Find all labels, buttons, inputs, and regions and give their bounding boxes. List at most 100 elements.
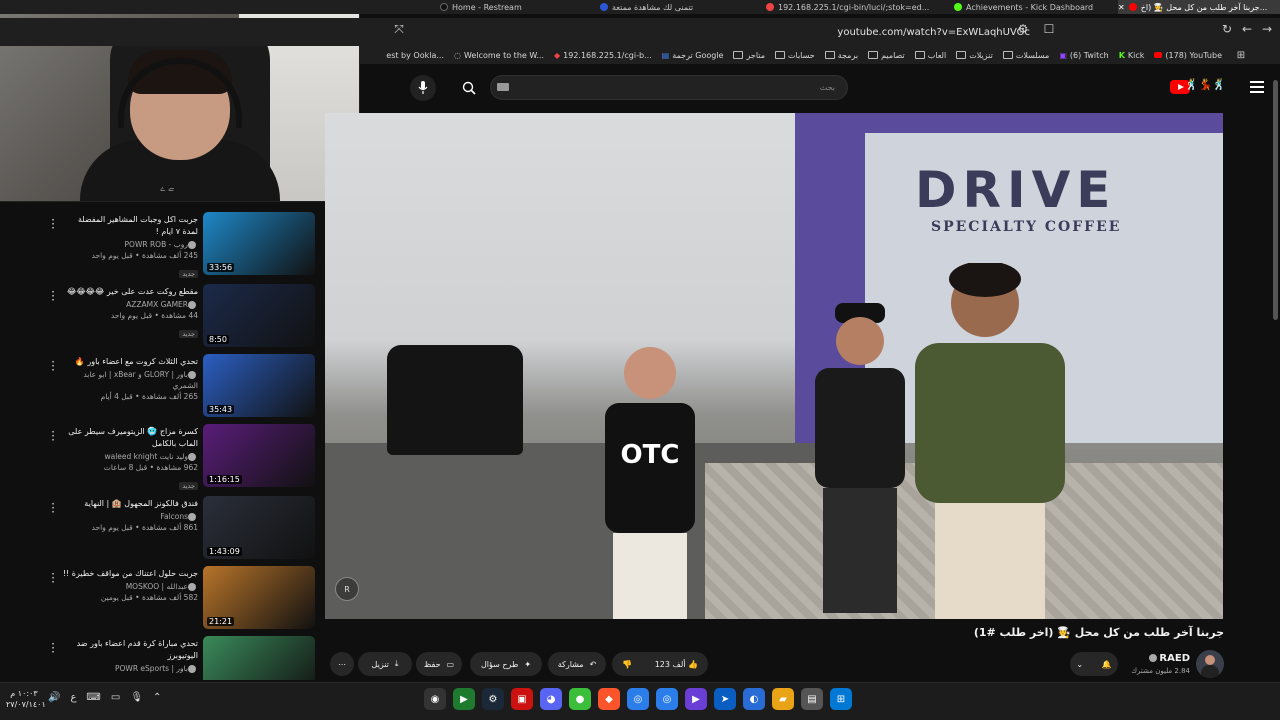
game-launcher-icon[interactable]: ▶ [453, 688, 475, 710]
search-input[interactable]: بحث [490, 75, 848, 100]
xbox-icon[interactable]: ● [569, 688, 591, 710]
youtube-doodle-icon[interactable]: 🕺💃🕺 [1185, 78, 1226, 91]
hamburger-menu-icon[interactable] [1250, 81, 1264, 93]
network-icon[interactable]: ⌨ [86, 692, 100, 703]
recommended-video-item[interactable]: · · · مقطع روكت عدت على خير 😂😂😂😂 AZZAMX GAME… [0, 280, 325, 348]
bookmark-folder-designs[interactable]: تصاميم [868, 51, 905, 60]
video-item-title[interactable]: كسرة مزاج 🥶 الزيتوميرف سيطر على الماب با… [62, 426, 198, 450]
channel-watermark[interactable]: R [335, 577, 359, 601]
task-view-icon[interactable]: ▤ [801, 688, 823, 710]
volume-icon[interactable]: 🔊 [48, 692, 60, 703]
mic-icon[interactable]: 🎙 [130, 692, 143, 703]
language-indicator[interactable]: ع [70, 692, 76, 703]
bookmark-folder-downloads[interactable]: تنزيلات [956, 51, 993, 60]
video-item-thumbnail[interactable]: 8:50 [203, 284, 315, 347]
discord-icon[interactable]: ◕ [540, 688, 562, 710]
recommended-video-item[interactable]: · · · تحدي الثلاث كروت مع اعضاء باور 🔥 باور … [0, 350, 325, 418]
site-settings-icon[interactable]: ⚙ [1014, 22, 1032, 36]
bookmark-folder-games[interactable]: العاب [914, 51, 946, 60]
video-item-title[interactable]: مقطع روكت عدت على خير 😂😂😂😂 [62, 286, 198, 298]
bookmark-folder-programming[interactable]: برمجة [824, 51, 858, 60]
windows-start-icon[interactable]: ⊞ [830, 688, 852, 710]
video-item-title[interactable]: فندق فالكونز المجهول 🏨 | النهاية [62, 498, 198, 510]
tab-restream[interactable]: Home - Restream [440, 0, 590, 14]
video-item-channel[interactable]: باور | GLORY و xBear | ابو عابد الشمري [62, 369, 198, 391]
recommended-video-item[interactable]: · · · فندق فالكونز المجهول 🏨 | النهاية Falco… [0, 492, 325, 560]
video-item-channel[interactable]: باور | POWR eSports [62, 663, 198, 674]
voice-search-button[interactable] [410, 75, 436, 101]
back-icon[interactable]: ← [1238, 22, 1256, 36]
tab-router[interactable]: 192.168.225.1/cgi-bin/luci/;stok=ed... [766, 0, 934, 14]
video-item-channel[interactable]: روب - POWR ROB [62, 239, 198, 250]
reload-icon[interactable]: ↻ [1218, 22, 1236, 36]
video-player[interactable]: DRIVE SPECIALTY COFFEE OTC R [325, 113, 1223, 619]
video-item-channel[interactable]: عبدالله | MOSKOO [62, 581, 198, 592]
chrome-icon[interactable]: ◎ [627, 688, 649, 710]
bookmark-youtube[interactable]: (178) YouTube [1154, 51, 1222, 60]
obs-icon[interactable]: ◉ [424, 688, 446, 710]
bookmark-folder-series[interactable]: مسلسلات [1002, 51, 1049, 60]
video-item-title[interactable]: جربت حلول اعتناك من مواقف خطيرة !! [62, 568, 198, 580]
chrome-profile-icon[interactable]: ◎ [656, 688, 678, 710]
more-vertical-icon[interactable]: · · · [50, 286, 56, 306]
close-icon[interactable]: ✕ [1118, 3, 1125, 12]
steam-icon[interactable]: ⚙ [482, 688, 504, 710]
video-item-channel[interactable]: Falcons [62, 511, 198, 522]
more-vertical-icon[interactable]: · · · [50, 638, 56, 658]
more-actions-button[interactable]: ⋯ [330, 652, 354, 676]
recommended-video-item[interactable]: · · · كسرة مزاج 🥶 الزيتوميرف سيطر على الماب… [0, 420, 325, 490]
video-item-title[interactable]: تحدي مباراة كرة قدم اعضاء باور ضد اليوتي… [62, 638, 198, 662]
video-item-thumbnail[interactable] [203, 636, 315, 680]
ask-button[interactable]: طرح سؤال ✦ [470, 652, 542, 676]
file-explorer-icon[interactable]: ▰ [772, 688, 794, 710]
media-player-icon[interactable]: ▶ [685, 688, 707, 710]
bookmark-folder-stores[interactable]: متاجر [733, 51, 765, 60]
recommended-video-item[interactable]: · · · جربت اكل وجبات المشاهير المفضلة لمدة … [0, 208, 325, 278]
brave-icon[interactable]: ◆ [598, 688, 620, 710]
bookmark-google-translate[interactable]: ▤ ترجمة Google [662, 51, 724, 60]
tray-expand-icon[interactable]: ⌃ [153, 692, 161, 703]
like-button[interactable]: 123 ألف 👍 [655, 660, 698, 669]
more-vertical-icon[interactable]: · · · [50, 426, 56, 446]
more-vertical-icon[interactable]: · · · [50, 498, 56, 518]
dislike-button[interactable]: 👎 [622, 660, 632, 669]
tab-youtube-active[interactable]: ✕ جربنا آخر طلب من كل محل 🧑‍🍳 (اخ... [1118, 0, 1280, 14]
video-item-thumbnail[interactable]: 21:21 [203, 566, 315, 629]
battery-icon[interactable]: ▭ [111, 692, 120, 703]
bookmark-folder-accounts[interactable]: حسابات [774, 51, 815, 60]
edge-icon[interactable]: ◐ [743, 688, 765, 710]
search-button[interactable] [450, 75, 488, 100]
save-button[interactable]: حفظ ▭ [416, 652, 462, 676]
video-item-thumbnail[interactable]: 1:43:09 [203, 496, 315, 559]
apps-grid-icon[interactable]: ⊞ [1232, 50, 1250, 61]
taskbar-clock[interactable]: ١٠:٠٣ م ٢٧/٠٧/١٤٠١ [6, 688, 46, 710]
video-item-channel[interactable]: AZZAMX GAMER [62, 299, 198, 310]
telegram-icon[interactable]: ➤ [714, 688, 736, 710]
bookmark-speedtest[interactable]: est by Ookla... [386, 51, 444, 60]
bookmark-kick[interactable]: K Kick [1119, 51, 1145, 60]
more-vertical-icon[interactable]: · · · [50, 356, 56, 376]
recommended-video-item[interactable]: · · · جربت حلول اعتناك من مواقف خطيرة !! عبد… [0, 562, 325, 630]
subscribed-dropdown[interactable]: ⌄ 🔔 [1070, 652, 1118, 676]
more-vertical-icon[interactable]: · · · [50, 568, 56, 588]
tab-kick[interactable]: Achievements - Kick Dashboard [954, 0, 1114, 14]
video-item-thumbnail[interactable]: 33:56 [203, 212, 315, 275]
video-item-title[interactable]: جربت اكل وجبات المشاهير المفضلة لمدة ٧ ا… [62, 214, 198, 238]
forward-icon[interactable]: → [1258, 22, 1276, 36]
bookmark-star-icon[interactable]: ☐ [1040, 22, 1058, 36]
keyboard-icon[interactable] [497, 83, 509, 91]
recommended-video-item[interactable]: · · · تحدي مباراة كرة قدم اعضاء باور ضد الي… [0, 632, 325, 680]
bookmark-welcome[interactable]: ◌ Welcome to the W... [454, 51, 544, 60]
tab-welcome[interactable]: تتمنى لك مشاهدة ممتعة [600, 0, 760, 14]
video-item-thumbnail[interactable]: 35:43 [203, 354, 315, 417]
download-button[interactable]: تنزيل ⤓ [358, 652, 412, 676]
share-button[interactable]: مشاركة ↶ [548, 652, 606, 676]
video-item-thumbnail[interactable]: 1:16:15 [203, 424, 315, 487]
video-item-channel[interactable]: وليد نايت waleed knight [62, 451, 198, 462]
bookmark-router[interactable]: ◆ 192.168.225.1/cgi-b... [554, 51, 652, 60]
more-vertical-icon[interactable]: · · · [50, 214, 56, 234]
address-bar[interactable]: youtube.com/watch?v=ExWLaqhUVOc [390, 21, 1040, 43]
video-item-title[interactable]: تحدي الثلاث كروت مع اعضاء باور 🔥 [62, 356, 198, 368]
bookmark-twitch[interactable]: ▣ (6) Twitch [1059, 51, 1108, 60]
recorder-icon[interactable]: ▣ [511, 688, 533, 710]
